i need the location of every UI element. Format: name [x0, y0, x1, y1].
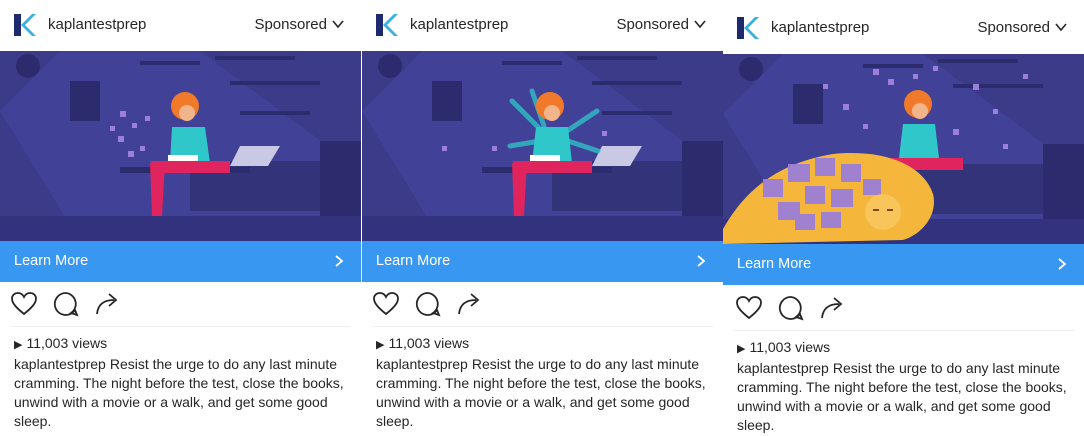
- ad-illustration[interactable]: [723, 54, 1084, 244]
- caption-username[interactable]: kaplantestprep: [737, 360, 829, 376]
- play-icon: ▶: [737, 343, 746, 355]
- play-icon: ▶: [14, 339, 23, 351]
- comment-icon[interactable]: [52, 290, 80, 318]
- share-icon[interactable]: [456, 290, 484, 318]
- sponsored-menu[interactable]: Sponsored: [977, 19, 1068, 36]
- post-header: kaplantestprep Sponsored: [723, 3, 1084, 53]
- heart-icon[interactable]: [372, 290, 400, 318]
- ad-post-1: kaplantestprep Sponsored Learn More ▶ 11…: [0, 0, 361, 436]
- view-count-label: 11,003 views: [388, 335, 470, 351]
- account-username[interactable]: kaplantestprep: [410, 16, 508, 33]
- action-bar: [362, 284, 723, 324]
- divider: [733, 330, 1074, 331]
- comment-icon[interactable]: [414, 290, 442, 318]
- caption-username[interactable]: kaplantestprep: [376, 356, 468, 372]
- ad-post-3: kaplantestprep Sponsored Learn More ▶ 11…: [723, 0, 1084, 436]
- post-header: kaplantestprep Sponsored: [0, 0, 361, 50]
- kaplan-logo-icon[interactable]: [374, 12, 400, 38]
- sponsored-label: Sponsored: [977, 19, 1050, 36]
- sponsored-menu[interactable]: Sponsored: [254, 16, 345, 33]
- play-icon: ▶: [376, 339, 385, 351]
- learn-more-label: Learn More: [737, 256, 812, 272]
- heart-icon[interactable]: [735, 294, 763, 322]
- learn-more-label: Learn More: [14, 253, 89, 269]
- chevron-down-icon: [694, 20, 706, 29]
- view-count[interactable]: ▶ 11,003 views: [737, 339, 830, 355]
- sponsored-label: Sponsored: [616, 16, 689, 33]
- ad-illustration[interactable]: [362, 51, 723, 241]
- ad-illustration[interactable]: [0, 51, 361, 241]
- post-caption: kaplantestprep Resist the urge to do any …: [14, 355, 354, 431]
- account-username[interactable]: kaplantestprep: [48, 16, 146, 33]
- account-username[interactable]: kaplantestprep: [771, 19, 869, 36]
- learn-more-button[interactable]: Learn More: [362, 241, 723, 282]
- learn-more-label: Learn More: [376, 253, 451, 269]
- learn-more-button[interactable]: Learn More: [0, 241, 361, 282]
- view-count[interactable]: ▶ 11,003 views: [14, 335, 107, 351]
- kaplan-logo-icon[interactable]: [12, 12, 38, 38]
- view-count-label: 11,003 views: [749, 339, 831, 355]
- action-bar: [0, 284, 361, 324]
- divider: [372, 326, 713, 327]
- post-caption: kaplantestprep Resist the urge to do any …: [376, 355, 716, 431]
- kaplan-logo-icon[interactable]: [735, 15, 761, 41]
- learn-more-button[interactable]: Learn More: [723, 244, 1084, 285]
- comment-icon[interactable]: [777, 294, 805, 322]
- caption-username[interactable]: kaplantestprep: [14, 356, 106, 372]
- chevron-down-icon: [1055, 23, 1067, 32]
- sponsored-label: Sponsored: [254, 16, 327, 33]
- share-icon[interactable]: [819, 294, 847, 322]
- post-caption: kaplantestprep Resist the urge to do any …: [737, 359, 1077, 435]
- share-icon[interactable]: [94, 290, 122, 318]
- post-header: kaplantestprep Sponsored: [362, 0, 723, 50]
- ad-post-2: kaplantestprep Sponsored Learn More ▶ 11…: [362, 0, 723, 436]
- chevron-right-icon: [697, 255, 706, 267]
- chevron-right-icon: [335, 255, 344, 267]
- heart-icon[interactable]: [10, 290, 38, 318]
- action-bar: [723, 288, 1084, 328]
- chevron-right-icon: [1058, 258, 1067, 270]
- divider: [10, 326, 351, 327]
- view-count[interactable]: ▶ 11,003 views: [376, 335, 469, 351]
- sponsored-menu[interactable]: Sponsored: [616, 16, 707, 33]
- chevron-down-icon: [332, 20, 344, 29]
- view-count-label: 11,003 views: [26, 335, 108, 351]
